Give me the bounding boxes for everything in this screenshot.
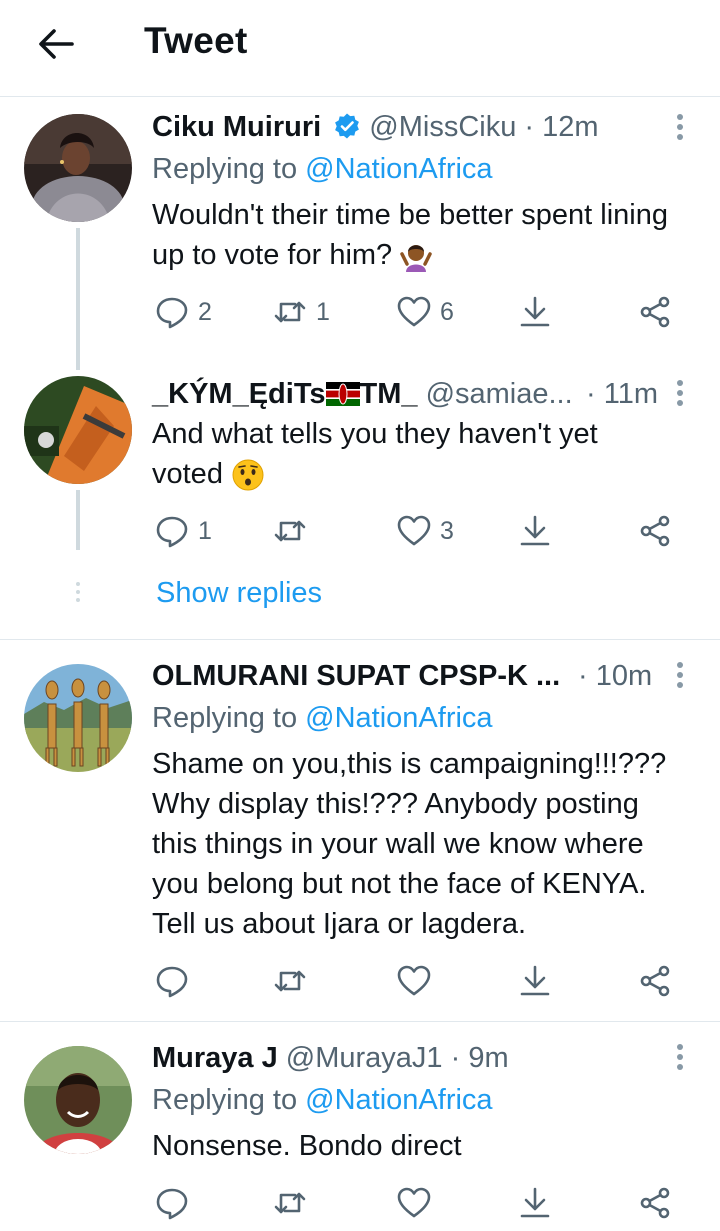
handle[interactable]: @MurayaJ1 [286, 1042, 443, 1074]
replying-to-handle[interactable]: @NationAfrica [305, 1084, 492, 1116]
timestamp: · 9m [450, 1042, 509, 1074]
more-options-icon[interactable] [677, 1044, 683, 1072]
retweet-button[interactable] [272, 1183, 308, 1223]
reply-button[interactable] [154, 1183, 190, 1223]
tweet-actions [152, 1183, 692, 1223]
heart-icon [397, 1187, 431, 1218]
share-icon [640, 1187, 670, 1219]
tweet-4[interactable]: Muraya J @MurayaJ1 · 9m Replying to @Nat… [0, 0, 720, 1231]
retweet-icon [274, 1192, 306, 1214]
like-button[interactable] [396, 1183, 432, 1223]
display-name[interactable]: Muraya J [152, 1042, 278, 1074]
share-button[interactable] [637, 1183, 673, 1223]
tweet-text: Nonsense. Bondo direct [152, 1130, 462, 1162]
replying-to: Replying to @NationAfrica [152, 1084, 493, 1116]
reply-icon [156, 1188, 188, 1220]
download-button[interactable] [517, 1183, 553, 1223]
tweet-header: Muraya J @MurayaJ1 · 9m [152, 1042, 509, 1075]
download-icon [520, 1187, 550, 1218]
avatar[interactable] [24, 1046, 132, 1154]
